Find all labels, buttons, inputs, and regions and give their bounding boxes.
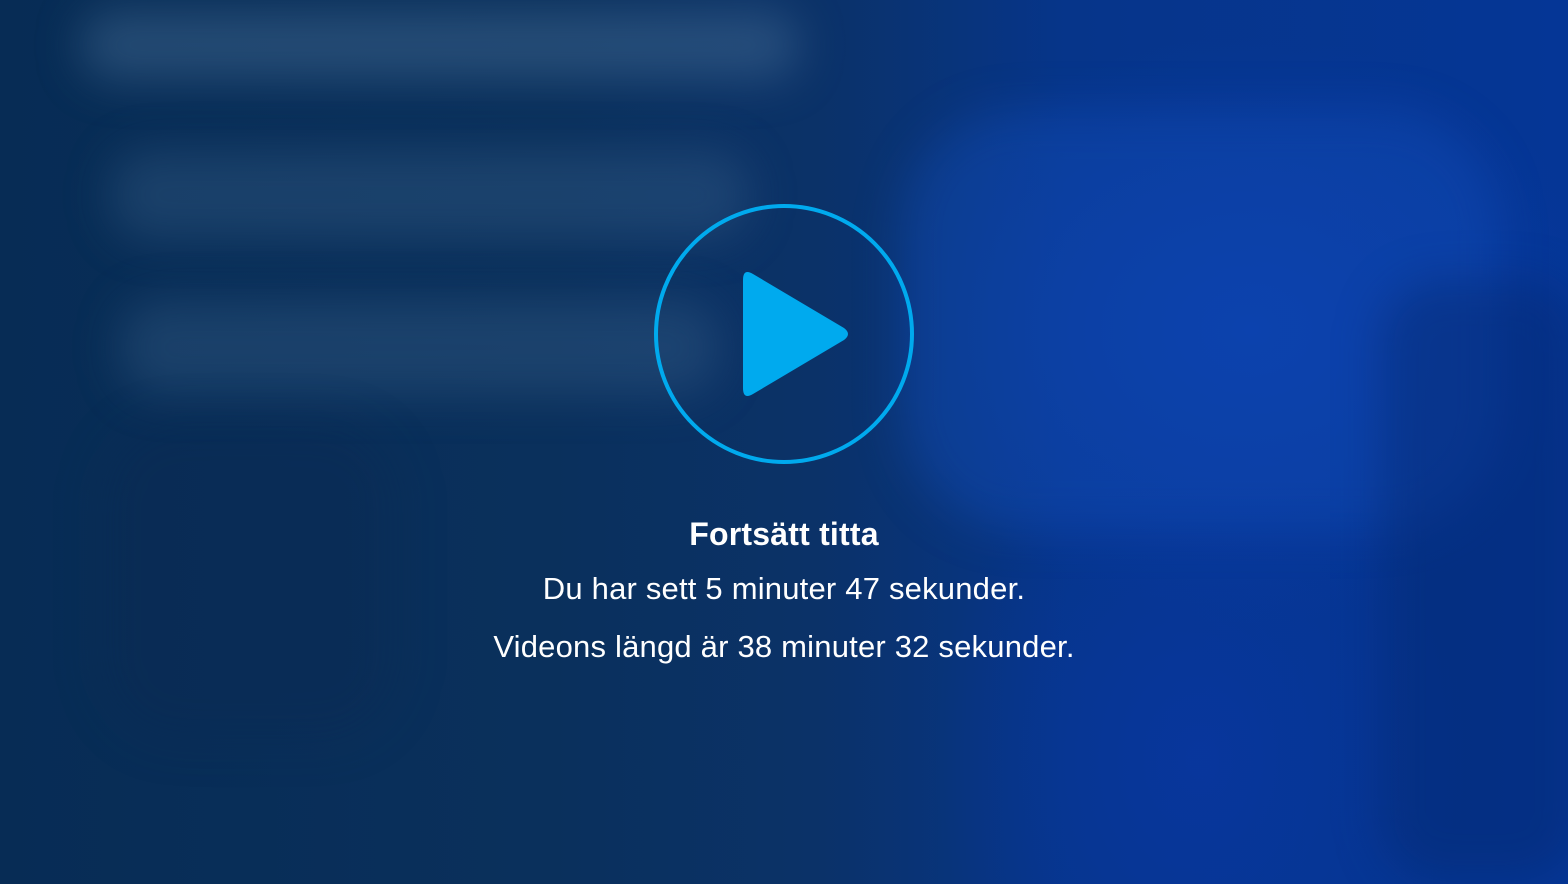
resume-info: Fortsätt titta Du har sett 5 minuter 47 … xyxy=(384,508,1184,676)
resume-overlay[interactable]: Fortsätt titta Du har sett 5 minuter 47 … xyxy=(0,0,1568,884)
play-icon xyxy=(654,204,914,464)
resume-play-button[interactable] xyxy=(654,204,914,464)
resume-title: Fortsätt titta xyxy=(689,516,879,552)
watched-time-text: Du har sett 5 minuter 47 sekunder. xyxy=(542,571,1026,606)
video-duration-text: Videons längd är 38 minuter 32 sekunder. xyxy=(493,629,1075,664)
